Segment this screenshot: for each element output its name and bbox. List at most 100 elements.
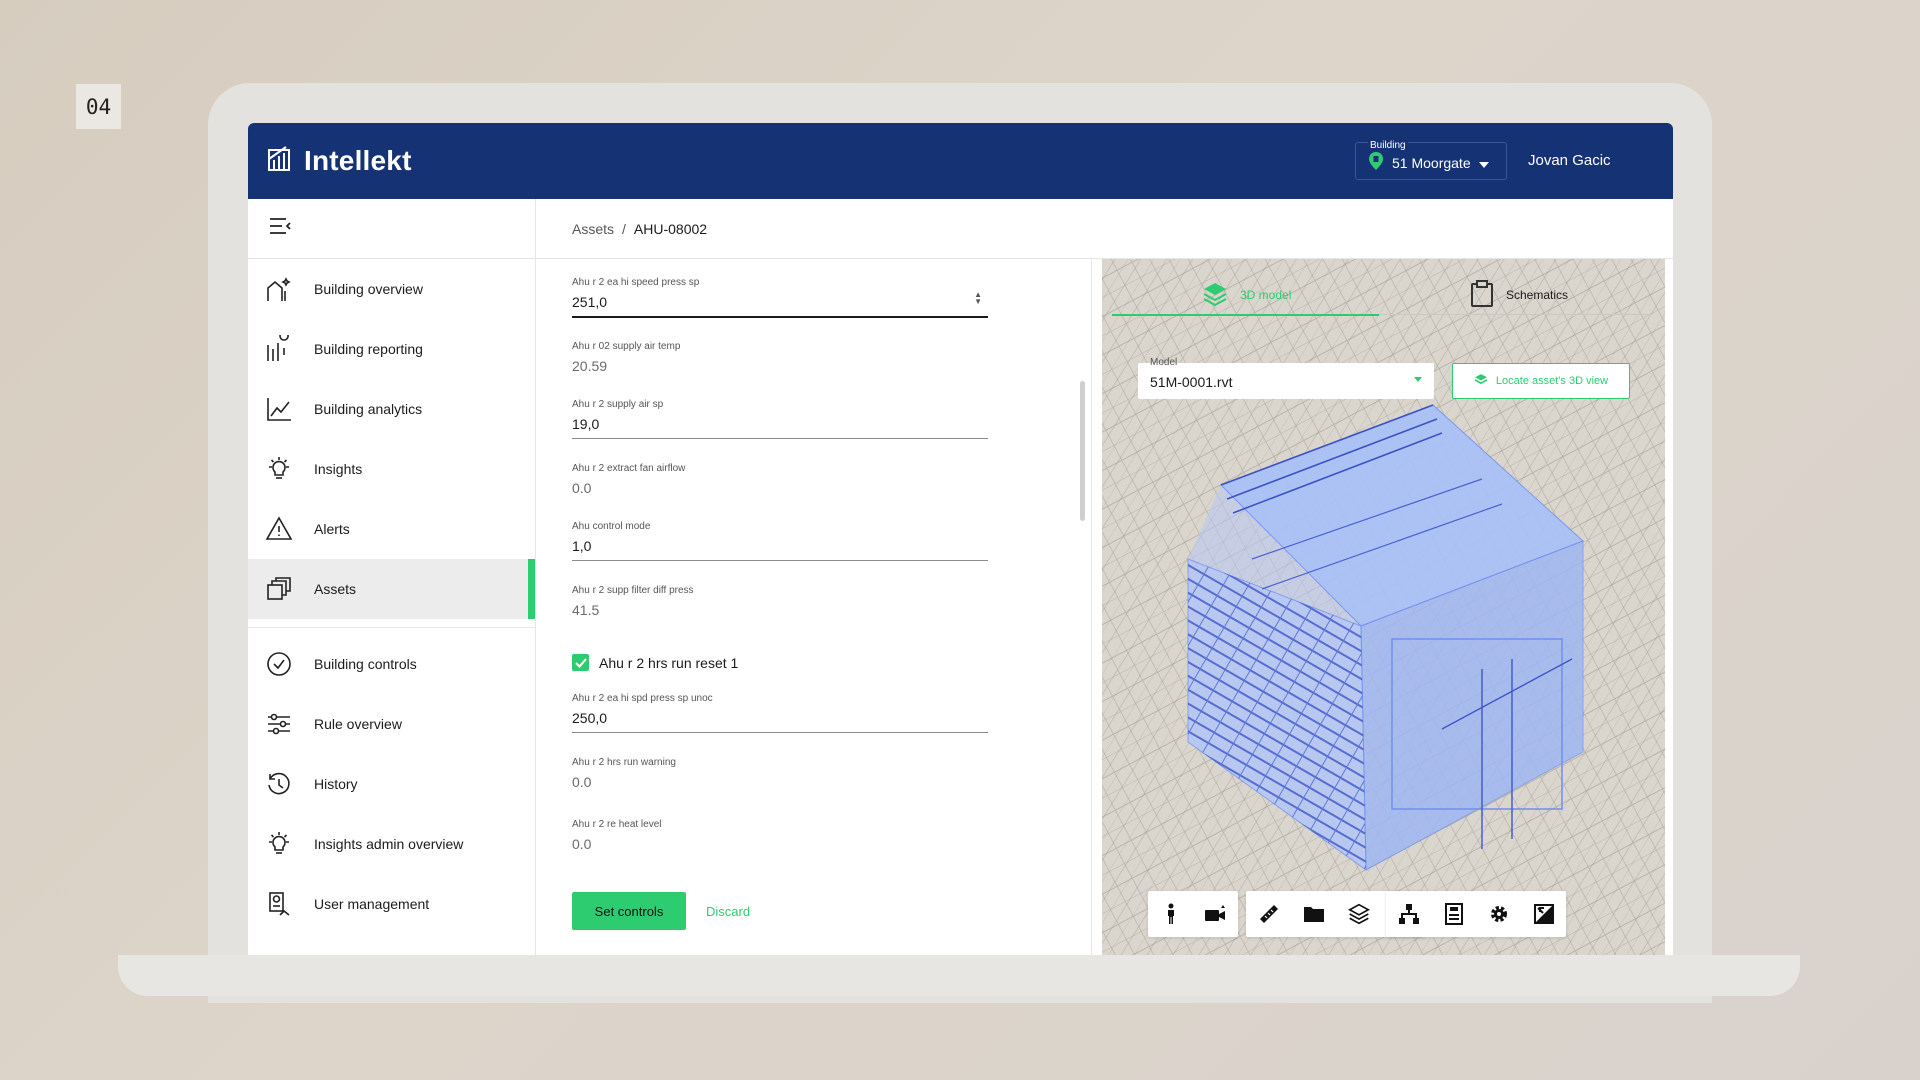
- sidebar-item-label: Alerts: [314, 521, 350, 537]
- user-badge-icon: [264, 889, 294, 919]
- sidebar-item-user-management[interactable]: User management: [248, 874, 535, 934]
- controls-form: Ahu r 2 ea hi speed press sp 251,0 ▲ ▼ Ah…: [536, 259, 1092, 955]
- building-name: 51 Moorgate: [1392, 154, 1471, 171]
- locate-asset-3d-view-button[interactable]: Locate asset's 3D view: [1452, 363, 1630, 399]
- model-caption: Model: [1150, 357, 1178, 368]
- brand-name: Intellekt: [304, 145, 412, 176]
- field-value[interactable]: 251,0: [572, 294, 988, 316]
- sidebar-item-building-reporting[interactable]: Building reporting: [248, 319, 535, 379]
- checkbox-label: Ahu r 2 hrs run reset 1: [599, 654, 739, 671]
- fullscreen-icon[interactable]: [1521, 891, 1566, 937]
- sidebar-toggle[interactable]: [248, 199, 535, 259]
- assets-icon: [264, 574, 294, 604]
- sidebar-item-building-overview[interactable]: Building overview: [248, 259, 535, 319]
- sidebar: Building overview Building reporting Bui…: [248, 199, 536, 955]
- sidebar-item-label: Insights: [314, 461, 363, 477]
- field-value[interactable]: 1,0: [572, 538, 988, 560]
- checkbox-checked-icon[interactable]: [572, 654, 589, 671]
- logo-icon: [266, 145, 294, 178]
- building-select[interactable]: Building 51 Moorgate: [1355, 140, 1507, 180]
- field-label: Ahu r 2 supp filter diff press: [572, 585, 694, 596]
- lightbulb-icon: [264, 829, 294, 859]
- check-circle-icon: [264, 649, 294, 679]
- breadcrumb-parent[interactable]: Assets: [572, 221, 614, 237]
- breadcrumb: Assets / AHU-08002: [536, 199, 1673, 259]
- app-screen: Intellekt Building 51 Moorgate Jovan Gac…: [248, 123, 1673, 955]
- nav-divider: [248, 627, 535, 628]
- hrs-run-reset-checkbox-row[interactable]: Ahu r 2 hrs run reset 1: [572, 654, 738, 671]
- clipboard-icon: [1470, 279, 1494, 311]
- history-icon: [264, 769, 294, 799]
- admin-nav: Building controls Rule overview History …: [248, 634, 535, 934]
- sidebar-item-history[interactable]: History: [248, 754, 535, 814]
- breadcrumb-current: AHU-08002: [633, 220, 708, 237]
- sidebar-item-label: Assets: [314, 581, 357, 597]
- field-ea-hi-spd-press-sp-unoc[interactable]: Ahu r 2 ea hi spd press sp unoc 250,0: [572, 693, 988, 733]
- brand[interactable]: Intellekt: [266, 145, 412, 178]
- location-pin-icon: [1368, 151, 1384, 174]
- model-select[interactable]: Model 51M-0001.rvt: [1138, 357, 1434, 399]
- menu-collapse-icon[interactable]: [268, 217, 292, 240]
- sidebar-item-insights[interactable]: Insights: [248, 439, 535, 499]
- field-value: 0.0: [572, 836, 592, 852]
- walk-icon[interactable]: [1148, 891, 1193, 937]
- field-label: Ahu control mode: [572, 521, 651, 532]
- main-nav: Building overview Building reporting Bui…: [248, 259, 535, 619]
- field-label: Ahu r 2 ea hi spd press sp unoc: [572, 693, 713, 704]
- building-caption: Building: [1368, 140, 1408, 151]
- locate-button-label: Locate asset's 3D view: [1495, 375, 1609, 387]
- tab-label: Schematics: [1506, 288, 1569, 302]
- measure-icon[interactable]: [1246, 891, 1291, 937]
- sidebar-item-label: User management: [314, 896, 430, 912]
- laptop-base: [118, 955, 1800, 996]
- chevron-down-icon: [1478, 155, 1489, 171]
- field-supply-air-temp: Ahu r 02 supply air temp 20.59: [572, 341, 988, 380]
- field-ea-hi-speed-press-sp[interactable]: Ahu r 2 ea hi speed press sp 251,0 ▲ ▼: [572, 277, 988, 318]
- tab-schematics[interactable]: Schematics: [1470, 275, 1568, 315]
- top-bar: Intellekt Building 51 Moorgate Jovan Gac…: [248, 123, 1673, 199]
- field-re-heat-level: Ahu r 2 re heat level 0.0: [572, 819, 988, 858]
- sidebar-item-label: Building controls: [314, 656, 417, 672]
- field-value: 0.0: [572, 774, 592, 790]
- sliders-icon: [264, 709, 294, 739]
- viewer-toolbar-navigation: [1148, 891, 1238, 937]
- layers-icon[interactable]: [1336, 891, 1381, 937]
- field-extract-fan-airflow: Ahu r 2 extract fan airflow 0.0: [572, 463, 988, 502]
- sidebar-item-insights-admin-overview[interactable]: Insights admin overview: [248, 814, 535, 874]
- field-value: 20.59: [572, 358, 608, 374]
- discard-button[interactable]: Discard: [706, 892, 750, 930]
- number-stepper[interactable]: ▲ ▼: [974, 291, 982, 306]
- settings-icon[interactable]: [1476, 891, 1521, 937]
- sidebar-item-rule-overview[interactable]: Rule overview: [248, 694, 535, 754]
- viewer-toolbar-settings: [1386, 891, 1566, 937]
- sidebar-item-alerts[interactable]: Alerts: [248, 499, 535, 559]
- sidebar-item-building-analytics[interactable]: Building analytics: [248, 379, 535, 439]
- field-label: Ahu r 2 extract fan airflow: [572, 463, 686, 474]
- field-supply-air-sp[interactable]: Ahu r 2 supply air sp 19,0: [572, 399, 988, 439]
- field-label: Ahu r 02 supply air temp: [572, 341, 681, 352]
- sidebar-item-assets[interactable]: Assets: [248, 559, 535, 619]
- hierarchy-icon[interactable]: [1386, 891, 1431, 937]
- form-scrollbar[interactable]: [1080, 381, 1085, 521]
- set-controls-button[interactable]: Set controls: [572, 892, 686, 930]
- properties-icon[interactable]: [1431, 891, 1476, 937]
- sidebar-item-building-controls[interactable]: Building controls: [248, 634, 535, 694]
- field-value: 41.5: [572, 602, 600, 618]
- field-value[interactable]: 19,0: [572, 416, 988, 438]
- field-value[interactable]: 250,0: [572, 710, 988, 732]
- field-label: Ahu r 2 hrs run warning: [572, 757, 676, 768]
- field-label: Ahu r 2 re heat level: [572, 819, 662, 830]
- tab-3d-model[interactable]: 3D model: [1111, 275, 1381, 316]
- warning-icon: [264, 514, 294, 544]
- field-control-mode[interactable]: Ahu control mode 1,0: [572, 521, 988, 561]
- user-name[interactable]: Jovan Gacic: [1528, 152, 1611, 169]
- camera-icon[interactable]: [1193, 891, 1238, 937]
- tab-label: 3D model: [1240, 288, 1292, 302]
- lightbulb-icon: [264, 454, 294, 484]
- chevron-down-icon: [1414, 377, 1422, 382]
- analytics-icon: [264, 394, 294, 424]
- reporting-icon: [264, 334, 294, 364]
- folder-icon[interactable]: [1291, 891, 1336, 937]
- model-value: 51M-0001.rvt: [1150, 374, 1233, 390]
- model-viewer[interactable]: 3D model Schematics Model 51M-0001.rvt L…: [1102, 259, 1665, 955]
